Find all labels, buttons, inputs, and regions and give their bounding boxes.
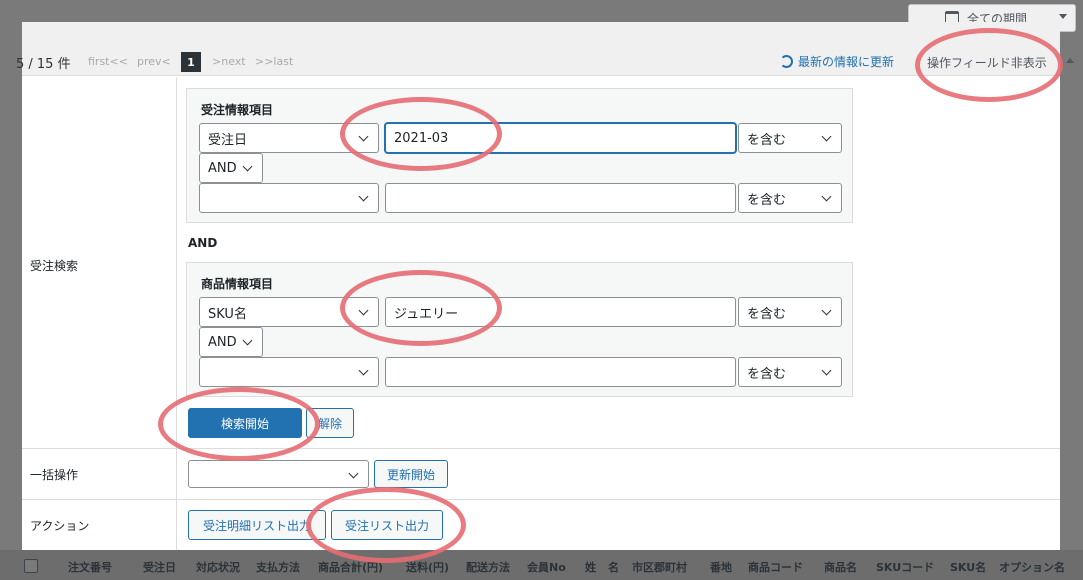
column-header[interactable]: 姓 [585,559,596,575]
column-header[interactable]: 商品合計(円) [318,559,383,575]
order-field-select-2[interactable] [199,183,379,213]
order-table-header: 注文番号 受注日 対応状況 支払方法 商品合計(円) 送料(円) 配送方法 会員… [0,550,1083,580]
search-clear-button[interactable]: 解除 [306,408,354,438]
column-header[interactable]: 受注日 [143,559,176,575]
order-info-title: 受注情報項目 [201,103,274,117]
pager-prev-link[interactable]: prev< [137,55,171,68]
bulk-operation-label-cell: 一括操作 [22,449,177,499]
column-header[interactable]: 名 [608,559,619,575]
column-header[interactable]: 対応状況 [196,559,240,575]
bulk-update-button[interactable]: 更新開始 [374,460,448,488]
pager-next-link[interactable]: >next [212,55,246,68]
action-label-cell: アクション [22,500,177,552]
item-match-select-1[interactable]: を含む [738,297,842,327]
column-header[interactable]: 商品名 [824,559,857,575]
bulk-operation-select[interactable] [188,460,369,488]
order-search-panel: 5 / 15 件 first<< prev< 1 >next >>last 最新… [16,22,1074,556]
item-value-input-2[interactable] [385,357,736,387]
item-value-input-1[interactable]: ジュエリー [385,297,736,327]
pager-row: 5 / 15 件 first<< prev< 1 >next >>last 最新… [16,22,1074,76]
column-header[interactable]: 配送方法 [466,559,510,575]
order-field-select-1[interactable]: 受注日 [199,123,379,153]
column-header[interactable]: 市区郡町村 [632,559,687,575]
order-search-row: 受注検索 受注情報項目 受注日 2021-03 を含む AND を含む AND … [22,77,1060,449]
order-list-export-button[interactable]: 受注リスト出力 [331,510,443,540]
result-count: 5 / 15 件 [16,57,71,72]
column-header[interactable]: SKUコード [876,559,934,575]
pager-current-page: 1 [181,52,201,72]
order-search-label-cell: 受注検索 [22,77,177,448]
order-search-label: 受注検索 [30,259,79,273]
column-header[interactable]: 注文番号 [68,559,112,575]
item-info-title: 商品情報項目 [201,277,274,291]
column-header[interactable]: 送料(円) [406,559,449,575]
select-all-checkbox[interactable] [24,559,38,573]
bulk-operation-label: 一括操作 [30,468,79,482]
item-logic-select[interactable]: AND [199,327,263,357]
bulk-operation-row: 一括操作 更新開始 [22,449,1060,500]
order-value-input-1[interactable]: 2021-03 [385,123,736,153]
column-header[interactable]: 支払方法 [256,559,300,575]
order-info-fieldset: 受注情報項目 受注日 2021-03 を含む AND を含む [186,88,853,223]
item-match-select-2[interactable]: を含む [738,357,842,387]
column-header[interactable]: オプション名 [999,559,1065,575]
action-label: アクション [30,519,90,533]
order-value-input-2[interactable] [385,183,736,213]
order-logic-select[interactable]: AND [199,153,263,183]
search-start-button[interactable]: 検索開始 [188,408,302,438]
pager-first-link[interactable]: first<< [88,55,128,68]
order-match-select-2[interactable]: を含む [738,183,842,213]
column-header[interactable]: 番地 [710,559,732,575]
column-header[interactable]: 会員No [527,559,566,575]
column-header[interactable]: SKU名 [950,559,986,575]
action-row: アクション 受注明細リスト出力 受注リスト出力 [22,500,1060,552]
caret-up-icon[interactable] [1066,58,1074,63]
order-detail-export-button[interactable]: 受注明細リスト出力 [188,510,326,540]
refresh-link[interactable]: 最新の情報に更新 [780,53,894,70]
refresh-icon [780,55,793,68]
order-match-select-1[interactable]: を含む [738,123,842,153]
item-info-fieldset: 商品情報項目 SKU名 ジュエリー を含む AND を含む [186,262,853,397]
column-header[interactable]: 商品コード [748,559,803,575]
item-field-select-2[interactable] [199,357,379,387]
hide-fields-toggle[interactable]: 操作フィールド非表示 [927,54,1047,71]
item-field-select-1[interactable]: SKU名 [199,297,379,327]
refresh-label: 最新の情報に更新 [798,55,895,69]
pager-last-link[interactable]: >>last [255,55,293,68]
group-logic-label: AND [188,236,218,250]
chevron-down-icon [1059,14,1067,19]
